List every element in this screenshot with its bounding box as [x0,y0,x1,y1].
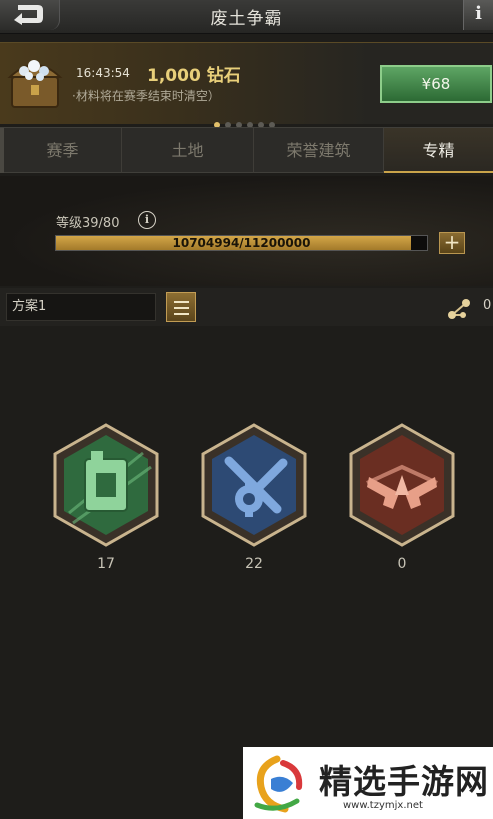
watermark: 精选手游网 www.tzymjx.net [243,747,493,819]
wrench-gear-icon [201,423,307,547]
crossed-guns-icon [349,423,455,547]
plan-name-field[interactable]: 方案1 [6,293,156,321]
title-bar: 废土争霸 i [0,0,493,34]
watermark-logo-icon [254,755,303,813]
plan-menu-button[interactable] [166,292,196,322]
menu-line [174,301,189,303]
engineering-specialization-badge[interactable] [199,423,309,547]
menu-line [174,307,189,309]
xp-progress-text: 10704994/11200000 [172,236,311,250]
engineering-specialization-count: 22 [245,556,263,572]
xp-progress-bar: 10704994/11200000 [55,235,428,251]
plan-row: 方案1 0 [0,288,493,326]
add-xp-button[interactable]: + [439,232,465,254]
level-label: 等级39/80 [56,216,120,231]
watermark-title: 精选手游网 [319,762,489,801]
watermark-url: www.tzymjx.net [343,800,423,811]
tab-honor-building[interactable]: 荣誉建筑 [254,128,384,173]
tab-season[interactable]: 赛季 [4,128,122,173]
fuel-can-icon [53,423,159,547]
tab-mastery[interactable]: 专精 [384,128,493,173]
level-section: 等级39/80 i 10704994/11200000 + [0,176,493,286]
promo-note: ·材料将在赛季结束时清空） [72,89,220,103]
promo-banner[interactable]: 16:43:54 1,000 钻石 ·材料将在赛季结束时清空） ¥68 [0,42,493,128]
share-count: 0 [483,298,492,313]
promo-countdown: 16:43:54 [76,66,130,80]
buy-button[interactable]: ¥68 [380,65,492,103]
combat-specialization-count: 0 [397,556,407,572]
tab-bar: 赛季 土地 荣誉建筑 专精 [0,127,493,173]
share-nodes-icon[interactable] [447,298,471,320]
menu-line [174,313,189,315]
page-title: 废土争霸 [210,9,283,29]
carousel-indicator [214,113,280,128]
tab-land[interactable]: 土地 [122,128,254,173]
combat-specialization-badge[interactable] [347,423,457,547]
fuel-specialization-count: 17 [97,556,115,572]
promo-amount: 1,000 钻石 [147,66,241,86]
fuel-specialization-badge[interactable] [51,423,161,547]
treasure-chest-icon [7,60,63,108]
info-icon[interactable]: i [138,211,156,229]
info-button[interactable]: i [463,0,493,30]
